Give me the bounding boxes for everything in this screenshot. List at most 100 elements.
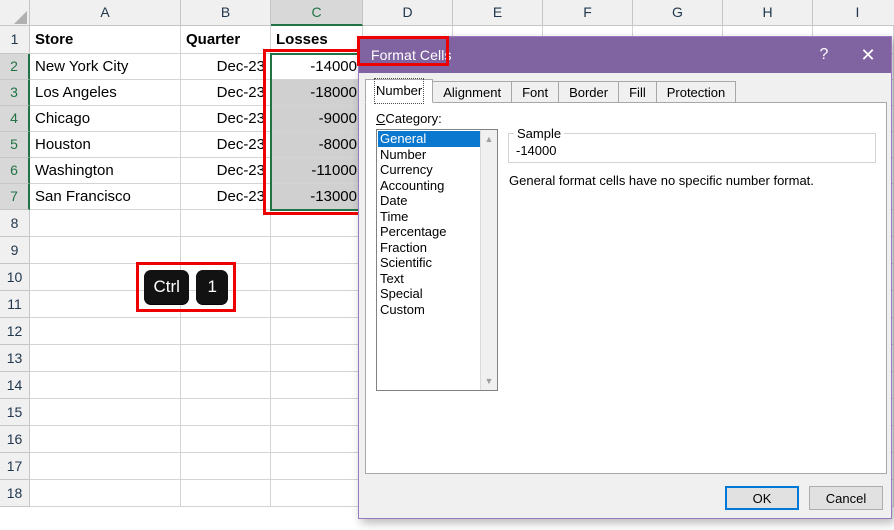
cancel-button[interactable]: Cancel xyxy=(809,486,883,510)
cell-a4[interactable]: Chicago xyxy=(30,106,181,132)
cell-b2[interactable]: Dec-23 xyxy=(181,54,271,80)
cell-c10[interactable] xyxy=(271,264,363,291)
cell-b3[interactable]: Dec-23 xyxy=(181,80,271,106)
column-header-f[interactable]: F xyxy=(543,0,633,26)
column-header-c[interactable]: C xyxy=(271,0,363,26)
category-item-time[interactable]: Time xyxy=(378,209,480,225)
scroll-up-icon[interactable]: ▲ xyxy=(481,131,497,147)
cell-b12[interactable] xyxy=(181,318,271,345)
scroll-down-icon[interactable]: ▼ xyxy=(481,373,497,389)
ok-button[interactable]: OK xyxy=(725,486,799,510)
cell-a13[interactable] xyxy=(30,345,181,372)
row-header-10[interactable]: 10 xyxy=(0,264,30,291)
category-item-custom[interactable]: Custom xyxy=(378,302,480,318)
cell-a14[interactable] xyxy=(30,372,181,399)
cell-b8[interactable] xyxy=(181,210,271,237)
cell-c9[interactable] xyxy=(271,237,363,264)
column-header-g[interactable]: G xyxy=(633,0,723,26)
cell-c13[interactable] xyxy=(271,345,363,372)
category-item-text[interactable]: Text xyxy=(378,271,480,287)
tab-number[interactable]: Number xyxy=(365,78,434,104)
cell-b17[interactable] xyxy=(181,453,271,480)
row-header-8[interactable]: 8 xyxy=(0,210,30,237)
cell-c1[interactable]: Losses xyxy=(271,26,363,54)
cell-a7[interactable]: San Francisco xyxy=(30,184,181,210)
row-header-17[interactable]: 17 xyxy=(0,453,30,480)
category-item-special[interactable]: Special xyxy=(378,286,480,302)
cell-a9[interactable] xyxy=(30,237,181,264)
cell-a3[interactable]: Los Angeles xyxy=(30,80,181,106)
tab-fill[interactable]: Fill xyxy=(618,81,657,103)
tab-font[interactable]: Font xyxy=(511,81,560,103)
row-header-14[interactable]: 14 xyxy=(0,372,30,399)
row-header-3[interactable]: 3 xyxy=(0,80,30,106)
cell-c14[interactable] xyxy=(271,372,363,399)
row-header-13[interactable]: 13 xyxy=(0,345,30,372)
tab-border[interactable]: Border xyxy=(558,81,620,103)
cell-b4[interactable]: Dec-23 xyxy=(181,106,271,132)
tab-protection-label: Protection xyxy=(666,85,726,100)
question-mark-icon[interactable]: ? xyxy=(805,37,843,73)
cell-a8[interactable] xyxy=(30,210,181,237)
cell-c16[interactable] xyxy=(271,426,363,453)
row-header-11[interactable]: 11 xyxy=(0,291,30,318)
row-header-5[interactable]: 5 xyxy=(0,132,30,158)
cell-b14[interactable] xyxy=(181,372,271,399)
category-item-number[interactable]: Number xyxy=(378,147,480,163)
cell-c18[interactable] xyxy=(271,480,363,507)
tab-alignment[interactable]: Alignment xyxy=(432,81,513,103)
category-item-percentage[interactable]: Percentage xyxy=(378,224,480,240)
row-header-6[interactable]: 6 xyxy=(0,158,30,184)
row-header-12[interactable]: 12 xyxy=(0,318,30,345)
category-item-fraction[interactable]: Fraction xyxy=(378,240,480,256)
cell-a2[interactable]: New York City xyxy=(30,54,181,80)
category-item-date[interactable]: Date xyxy=(378,193,480,209)
cell-a6[interactable]: Washington xyxy=(30,158,181,184)
row-header-4[interactable]: 4 xyxy=(0,106,30,132)
row-header-1[interactable]: 1 xyxy=(0,26,30,54)
category-item-general[interactable]: General xyxy=(378,131,480,147)
cell-a5[interactable]: Houston xyxy=(30,132,181,158)
category-item-scientific[interactable]: Scientific xyxy=(378,255,480,271)
cell-c15[interactable] xyxy=(271,399,363,426)
row-header-15[interactable]: 15 xyxy=(0,399,30,426)
cell-b16[interactable] xyxy=(181,426,271,453)
cell-b18[interactable] xyxy=(181,480,271,507)
cell-b5[interactable]: Dec-23 xyxy=(181,132,271,158)
cell-b1[interactable]: Quarter xyxy=(181,26,271,54)
row-header-16[interactable]: 16 xyxy=(0,426,30,453)
column-header-h[interactable]: H xyxy=(723,0,813,26)
column-header-a[interactable]: A xyxy=(30,0,181,26)
cell-a17[interactable] xyxy=(30,453,181,480)
cell-a18[interactable] xyxy=(30,480,181,507)
column-header-b[interactable]: B xyxy=(181,0,271,26)
column-header-i[interactable]: I xyxy=(813,0,894,26)
cell-b6[interactable]: Dec-23 xyxy=(181,158,271,184)
column-header-d[interactable]: D xyxy=(363,0,453,26)
cell-b9[interactable] xyxy=(181,237,271,264)
row-header-7[interactable]: 7 xyxy=(0,184,30,210)
category-item-currency[interactable]: Currency xyxy=(378,162,480,178)
cell-b13[interactable] xyxy=(181,345,271,372)
close-icon[interactable]: ✕ xyxy=(849,37,887,73)
cell-c17[interactable] xyxy=(271,453,363,480)
category-list-items[interactable]: General Number Currency Accounting Date Time P… xyxy=(377,130,480,390)
cell-c8[interactable] xyxy=(271,210,363,237)
row-header-9[interactable]: 9 xyxy=(0,237,30,264)
cell-c12[interactable] xyxy=(271,318,363,345)
cell-b15[interactable] xyxy=(181,399,271,426)
cell-a12[interactable] xyxy=(30,318,181,345)
cell-b7[interactable]: Dec-23 xyxy=(181,184,271,210)
select-all-corner[interactable] xyxy=(0,0,30,26)
column-header-e[interactable]: E xyxy=(453,0,543,26)
tab-protection[interactable]: Protection xyxy=(655,81,737,103)
category-item-accounting[interactable]: Accounting xyxy=(378,178,480,194)
cell-a16[interactable] xyxy=(30,426,181,453)
row-header-2[interactable]: 2 xyxy=(0,54,30,80)
cell-c11[interactable] xyxy=(271,291,363,318)
row-header-18[interactable]: 18 xyxy=(0,480,30,507)
cell-a1[interactable]: Store xyxy=(30,26,181,54)
category-list-scrollbar[interactable]: ▲ ▼ xyxy=(480,130,497,390)
category-list[interactable]: General Number Currency Accounting Date Time P… xyxy=(376,129,498,391)
cell-a15[interactable] xyxy=(30,399,181,426)
